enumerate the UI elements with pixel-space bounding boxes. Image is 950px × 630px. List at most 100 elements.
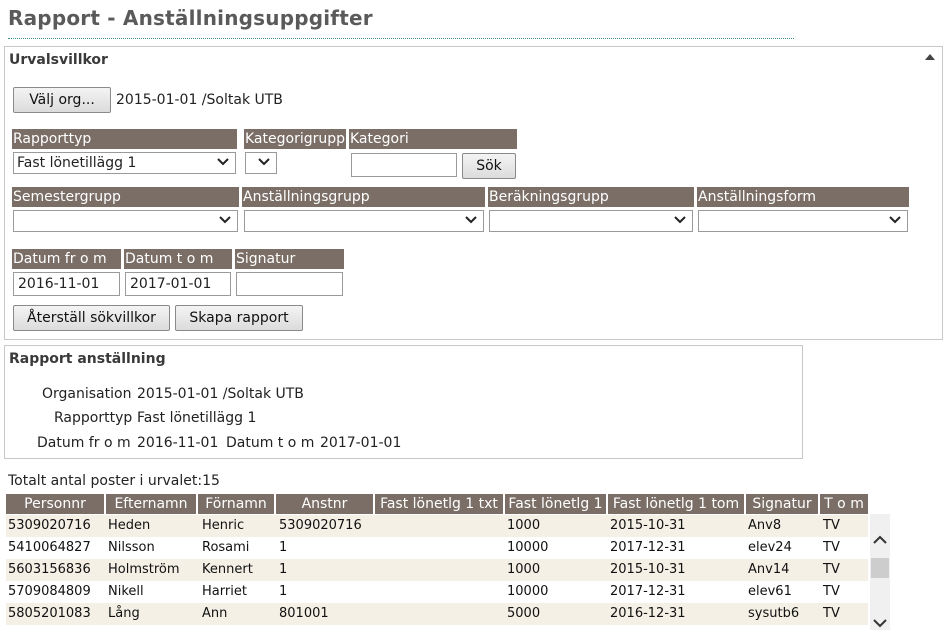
choose-org-button[interactable]: Välj org... [13, 87, 111, 113]
cell-signatur: sysutb6 [748, 606, 800, 621]
signatur-label: Signatur [235, 249, 344, 269]
cell-lonetlg-tom: 2017-12-31 [610, 584, 686, 599]
kategori-label: Kategori [349, 129, 517, 149]
cell-efternamn: Nilsson [108, 540, 155, 555]
kategorigrupp-select[interactable] [245, 152, 277, 174]
cell-personnr: 5309020716 [8, 518, 91, 533]
report-org-value: 2015-01-01 /Soltak UTB [137, 386, 304, 402]
cell-lonetlg: 1000 [507, 518, 541, 533]
reset-button[interactable]: Återställ sökvillkor [13, 305, 170, 331]
cell-fornamn: Henric [202, 518, 245, 533]
table-row[interactable]: 5805201083 Lång Ann 801001 5000 2016-12-… [6, 603, 868, 625]
rapporttyp-select[interactable]: Fast lönetillägg 1 [13, 152, 236, 174]
report-title: Rapport anställning [9, 351, 166, 367]
cell-fornamn: Ann [202, 606, 228, 621]
cell-tom: TV [823, 606, 840, 621]
berakningsgrupp-label: Beräkningsgrupp [488, 187, 694, 207]
cell-anstnr: 1 [279, 540, 288, 555]
anstallningsgrupp-label: Anställningsgrupp [242, 187, 485, 207]
cell-lonetlg-txt [375, 603, 505, 625]
chevron-down-icon [674, 216, 686, 224]
total-count: Totalt antal poster i urvalet:15 [8, 473, 220, 489]
cell-signatur: Anv14 [748, 562, 790, 577]
table-row[interactable]: 5603156836 Holmström Kennert 1 1000 2015… [6, 559, 868, 581]
column-header[interactable]: Fast lönetlg 1 [505, 494, 606, 514]
table-row[interactable]: 5309020716 Heden Henric 5309020716 1000 … [6, 515, 868, 537]
scrollbar-thumb[interactable] [871, 558, 889, 578]
report-tom-label: Datum t o m [226, 435, 315, 451]
chevron-down-icon [465, 216, 477, 224]
criteria-title: Urvalsvillkor [9, 52, 108, 68]
chevron-down-icon [258, 158, 270, 166]
report-from-label: Datum fr o m [37, 435, 131, 451]
cell-anstnr: 801001 [279, 606, 329, 621]
column-header[interactable]: T o m [820, 494, 868, 514]
cell-lonetlg-txt [375, 537, 505, 559]
column-header[interactable]: Personnr [6, 494, 104, 514]
cell-efternamn: Lång [108, 606, 140, 621]
scroll-up-icon[interactable] [872, 532, 888, 548]
cell-tom: TV [823, 540, 840, 555]
cell-anstnr: 1 [279, 562, 288, 577]
cell-lonetlg: 1000 [507, 562, 541, 577]
column-header[interactable]: Signatur [746, 494, 818, 514]
anstallningsgrupp-select[interactable] [244, 210, 484, 232]
cell-efternamn: Nikell [108, 584, 144, 599]
cell-signatur: Anv8 [748, 518, 782, 533]
column-header[interactable]: Fast lönetlg 1 txt [375, 494, 503, 514]
chevron-down-icon [889, 216, 901, 224]
anstallningsform-label: Anställningsform [697, 187, 909, 207]
column-header[interactable]: Anstnr [276, 494, 373, 514]
cell-signatur: elev24 [748, 540, 792, 555]
collapse-icon[interactable] [924, 53, 936, 61]
anstallningsform-select[interactable] [698, 210, 908, 232]
report-type-label: Rapporttyp [54, 410, 133, 426]
scroll-down-icon[interactable] [872, 616, 888, 630]
report-from-value: 2016-11-01 [137, 435, 219, 451]
cell-lonetlg: 10000 [507, 584, 549, 599]
cell-anstnr: 1 [279, 584, 288, 599]
cell-anstnr: 5309020716 [279, 518, 362, 533]
cell-personnr: 5709084809 [8, 584, 91, 599]
cell-tom: TV [823, 518, 840, 533]
search-button[interactable]: Sök [462, 153, 516, 179]
cell-lonetlg: 5000 [507, 606, 541, 621]
cell-personnr: 5410064827 [8, 540, 91, 555]
column-header[interactable]: Efternamn [106, 494, 196, 514]
datum-from-label: Datum fr o m [12, 249, 121, 269]
signatur-input[interactable] [236, 272, 343, 296]
cell-personnr: 5805201083 [8, 606, 91, 621]
cell-efternamn: Holmström [108, 562, 180, 577]
cell-fornamn: Kennert [202, 562, 253, 577]
datum-from-input[interactable]: 2016-11-01 [13, 272, 120, 296]
cell-signatur: elev61 [748, 584, 792, 599]
rapporttyp-label: Rapporttyp [12, 129, 237, 149]
chevron-down-icon [219, 216, 231, 224]
table-row[interactable]: 5410064827 Nilsson Rosami 1 10000 2017-1… [6, 537, 868, 559]
cell-lonetlg-txt [375, 515, 505, 537]
cell-lonetlg-tom: 2015-10-31 [610, 518, 686, 533]
semestergrupp-label: Semestergrupp [12, 187, 239, 207]
cell-lonetlg-tom: 2016-12-31 [610, 606, 686, 621]
org-value: 2015-01-01 /Soltak UTB [116, 92, 283, 108]
semestergrupp-select[interactable] [13, 210, 238, 232]
report-org-label: Organisation [42, 386, 132, 402]
column-header[interactable]: Förnamn [198, 494, 274, 514]
cell-tom: TV [823, 562, 840, 577]
cell-efternamn: Heden [108, 518, 151, 533]
report-type-value: Fast lönetillägg 1 [137, 410, 257, 426]
datum-tom-input[interactable]: 2017-01-01 [125, 272, 231, 296]
cell-lonetlg: 10000 [507, 540, 549, 555]
berakningsgrupp-select[interactable] [489, 210, 693, 232]
chevron-down-icon [217, 158, 229, 166]
table-row[interactable]: 5709084809 Nikell Harriet 1 10000 2017-1… [6, 581, 868, 603]
report-tom-value: 2017-01-01 [320, 435, 402, 451]
column-header[interactable]: Fast lönetlg 1 tom [608, 494, 744, 514]
datum-tom-label: Datum t o m [124, 249, 232, 269]
cell-fornamn: Rosami [202, 540, 250, 555]
cell-lonetlg-txt [375, 581, 505, 603]
create-report-button[interactable]: Skapa rapport [175, 305, 303, 331]
page-title: Rapport - Anställningsuppgifter [8, 6, 373, 30]
cell-lonetlg-txt [375, 559, 505, 581]
kategori-input[interactable] [351, 153, 457, 177]
